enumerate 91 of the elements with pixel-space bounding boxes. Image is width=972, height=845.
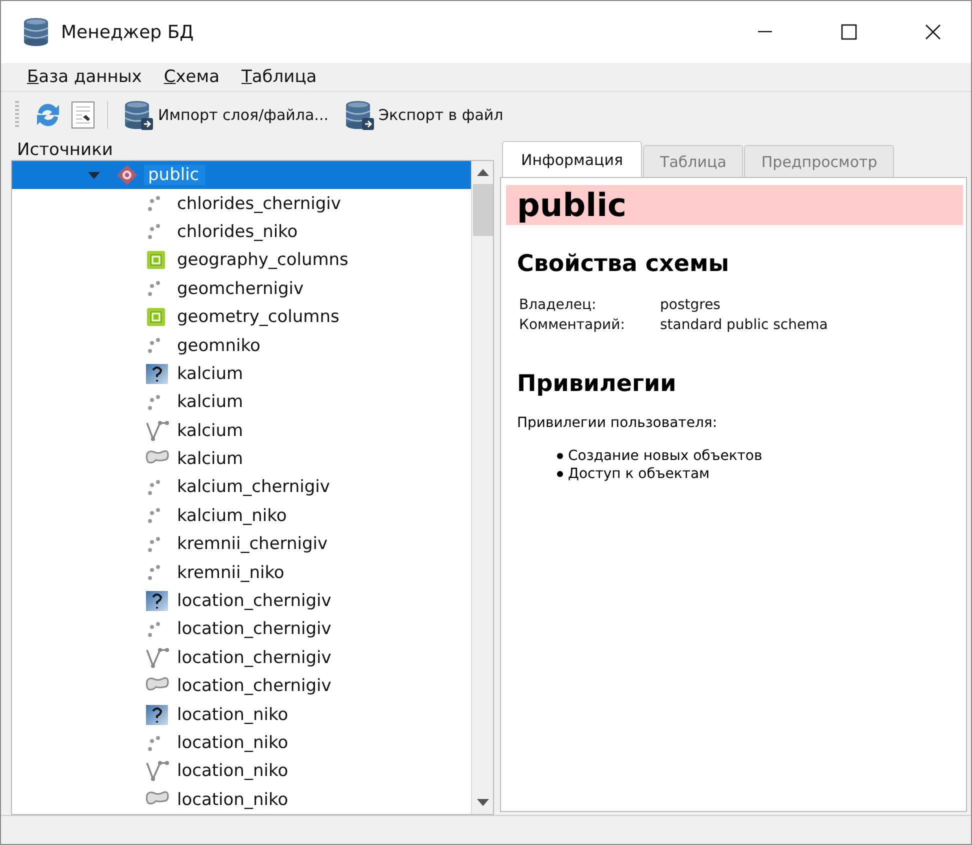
tree-item[interactable]: location_chernigiv xyxy=(12,644,471,672)
privileges-intro: Привилегии пользователя: xyxy=(517,415,718,431)
tree-item[interactable]: kalcium xyxy=(12,360,471,388)
window-title: Менеджер БД xyxy=(61,22,195,42)
tab[interactable]: Информация xyxy=(502,141,642,177)
tab[interactable]: Таблица xyxy=(643,145,744,177)
question-mark-icon xyxy=(145,362,171,386)
tree-item-label: location_chernigiv xyxy=(177,591,332,612)
section-heading: Привилегии xyxy=(517,371,678,397)
panel-title: Источники xyxy=(16,139,114,160)
point-layer-icon xyxy=(148,480,160,495)
tree-item-label: kalcium xyxy=(177,420,244,441)
tree-item-label: kalcium xyxy=(177,364,244,384)
question-mark-icon xyxy=(145,589,171,614)
property-value: postgres xyxy=(660,297,722,313)
point-layer-icon xyxy=(148,622,160,637)
bullet-icon xyxy=(557,471,563,477)
point-layer-icon xyxy=(148,508,160,524)
menu-item[interactable]: Таблица xyxy=(229,67,327,87)
tree-item-label: chlorides_chernigiv xyxy=(177,194,341,214)
tree-item[interactable]: kalcium xyxy=(12,444,471,474)
tree-item[interactable]: geometry_columns xyxy=(12,302,471,332)
bullet-icon xyxy=(557,453,563,459)
privilege-item: Доступ к объектам xyxy=(568,466,710,482)
line-layer-icon xyxy=(145,759,171,784)
tree-item-label: location_niko xyxy=(177,761,288,782)
tree-item-label: location_chernigiv xyxy=(177,676,332,696)
schema-icon xyxy=(116,164,138,186)
tree-item-label: kremnii_niko xyxy=(177,562,284,583)
line-layer-icon xyxy=(145,418,171,443)
property-name: Владелец: xyxy=(519,297,598,313)
tree-item[interactable]: chlorides_niko xyxy=(12,218,471,246)
line-layer-icon xyxy=(145,646,171,670)
point-layer-icon xyxy=(148,196,160,212)
tree-item[interactable]: location_chernigiv xyxy=(12,615,471,644)
tree-item[interactable]: kremnii_niko xyxy=(12,558,471,587)
tree-item-label: geomniko xyxy=(177,336,260,356)
tree-item-label: location_niko xyxy=(177,733,288,753)
tree-item[interactable]: location_chernigiv xyxy=(12,672,471,700)
point-layer-icon xyxy=(148,565,160,580)
tree-item[interactable]: kalcium xyxy=(12,416,471,445)
tree-item[interactable]: kalcium_niko xyxy=(12,502,471,530)
tree-item[interactable]: public xyxy=(12,161,471,190)
export-button[interactable]: Экспорт в файл xyxy=(340,97,508,133)
tree-item-label: geomchernigiv xyxy=(177,278,304,299)
point-layer-icon xyxy=(148,736,160,750)
tree-item-label: kalcium xyxy=(177,392,244,412)
tree-item-label: chlorides_niko xyxy=(177,222,298,242)
tree-item-label: kremnii_chernigiv xyxy=(177,534,328,554)
tree-item[interactable]: location_niko xyxy=(12,728,471,758)
property-value: standard public schema xyxy=(660,317,829,333)
tab[interactable]: Предпросмотр xyxy=(744,145,894,177)
properties-icon[interactable] xyxy=(71,101,95,129)
point-layer-icon xyxy=(148,536,160,552)
tree-item[interactable]: location_niko xyxy=(12,757,471,786)
tree-item[interactable]: kremnii_chernigiv xyxy=(12,530,471,558)
privilege-item: Создание новых объектов xyxy=(568,448,762,464)
expand-arrow-icon[interactable] xyxy=(88,172,100,179)
section-heading: Свойства схемы xyxy=(517,251,730,277)
tree-item[interactable]: kalcium xyxy=(12,388,471,417)
schema-title: public xyxy=(506,185,963,225)
point-layer-icon xyxy=(148,394,160,410)
tree-item[interactable]: geomchernigiv xyxy=(12,274,471,303)
tree-item[interactable]: location_niko xyxy=(12,786,471,814)
point-layer-icon xyxy=(148,224,160,240)
tree-item-label: location_chernigiv xyxy=(177,648,332,668)
point-layer-icon xyxy=(148,338,160,354)
tree-item[interactable]: kalcium_chernigiv xyxy=(12,473,471,502)
tree-item-label: public xyxy=(144,165,206,186)
tree-item-label: kalcium xyxy=(177,449,244,470)
menu-item[interactable]: База данных xyxy=(15,67,152,87)
property-name: Комментарий: xyxy=(519,317,626,333)
point-layer-icon xyxy=(148,281,160,296)
database-export-icon xyxy=(344,99,374,131)
scrollbar[interactable] xyxy=(471,161,493,814)
tree-item[interactable]: chlorides_chernigiv xyxy=(12,189,471,218)
database-import-icon xyxy=(124,99,154,131)
tree-item[interactable]: location_niko xyxy=(12,700,471,729)
tree-item-label: location_niko xyxy=(177,704,288,725)
import-button[interactable]: Импорт слоя/файла... xyxy=(120,97,332,133)
tree-item[interactable]: geomniko xyxy=(12,331,471,360)
tree-item-label: geometry_columns xyxy=(177,307,340,328)
tree-item-label: kalcium_niko xyxy=(177,506,287,526)
tree-item[interactable]: location_chernigiv xyxy=(12,586,471,616)
tree-item-label: location_niko xyxy=(177,790,288,810)
tree-item-label: geography_columns xyxy=(177,250,348,270)
question-mark-icon xyxy=(145,702,171,727)
tree-item[interactable]: geography_columns xyxy=(12,246,471,275)
tree-item-label: kalcium_chernigiv xyxy=(177,477,330,498)
tree-item-label: location_chernigiv xyxy=(177,619,332,640)
menu-item[interactable]: Схема xyxy=(152,67,230,87)
